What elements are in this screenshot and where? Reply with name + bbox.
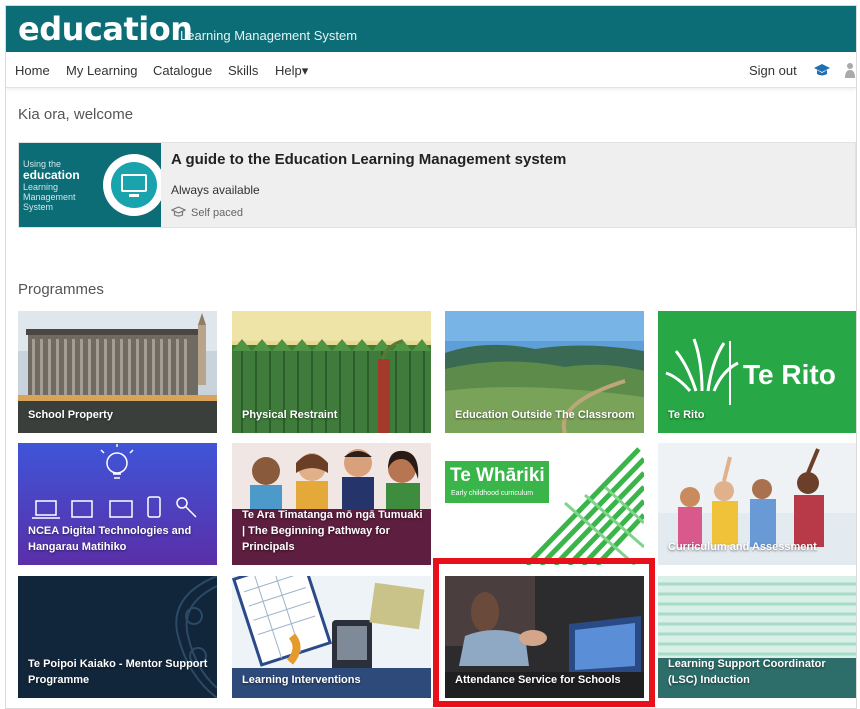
graduation-cap-icon[interactable]: [814, 63, 830, 77]
te-whariki-logo-text: Te Whāriki: [450, 465, 545, 486]
education-logo[interactable]: education: [18, 10, 193, 48]
te-whariki-image: [445, 443, 644, 565]
tile-label: Te Ara Timatanga mō ngā Tumuaki | The Be…: [242, 509, 423, 553]
welcome-heading: Kia ora, welcome: [18, 106, 134, 123]
course-availability: Always available: [171, 183, 260, 197]
programme-tile-school-property[interactable]: School Property: [18, 311, 217, 433]
nav-help[interactable]: Help▾: [275, 63, 308, 79]
te-whariki-logo-sub: Early childhood curriculum: [451, 490, 534, 497]
programme-tile-physical-restraint[interactable]: Physical Restraint: [232, 311, 431, 433]
tile-label: Education Outside The Classroom: [455, 409, 635, 421]
nav-my-learning[interactable]: My Learning: [66, 63, 138, 78]
programme-tile-te-rito[interactable]: Te Rito Te Rito: [658, 311, 856, 433]
page-frame: education Learning Management System Hom…: [5, 5, 857, 709]
tile-label: NCEA Digital Technologies and Hangarau M…: [28, 525, 192, 553]
course-title[interactable]: A guide to the Education Learning Manage…: [171, 151, 566, 168]
monitor-icon: [121, 174, 147, 192]
programme-tile-attendance-service[interactable]: Attendance Service for Schools: [445, 576, 644, 698]
tile-label: School Property: [28, 409, 113, 421]
programme-tile-te-whariki[interactable]: Te Whāriki Early childhood curriculum: [445, 443, 644, 565]
programme-tile-te-ara-timatanga[interactable]: Te Ara Timatanga mō ngā Tumuaki | The Be…: [232, 443, 431, 565]
programme-tile-eotc[interactable]: Education Outside The Classroom: [445, 311, 644, 433]
self-paced-icon: [171, 206, 186, 217]
tile-label: Te Rito: [668, 409, 705, 421]
nav-catalogue[interactable]: Catalogue: [153, 63, 212, 78]
programme-tile-curriculum-assessment[interactable]: Curriculum and Assessment: [658, 443, 856, 565]
sign-out-link[interactable]: Sign out: [749, 63, 797, 78]
nav-home[interactable]: Home: [15, 63, 50, 78]
course-thumbnail[interactable]: Using the education Learning Management …: [19, 143, 161, 227]
featured-course-card[interactable]: Using the education Learning Management …: [18, 142, 856, 228]
programme-tile-te-poipoi-kaiako[interactable]: Te Poipoi Kaiako - Mentor Support Progra…: [18, 576, 217, 698]
programme-tile-learning-interventions[interactable]: Learning Interventions: [232, 576, 431, 698]
tile-label: Curriculum and Assessment: [668, 541, 817, 553]
programme-tile-ncea-digital[interactable]: NCEA Digital Technologies and Hangarau M…: [18, 443, 217, 565]
user-icon[interactable]: [845, 62, 855, 78]
programme-tile-lsc-induction[interactable]: Learning Support Coordinator (LSC) Induc…: [658, 576, 856, 698]
te-rito-logo-text: Te Rito: [743, 359, 836, 390]
programmes-heading: Programmes: [18, 281, 104, 298]
tile-label: Attendance Service for Schools: [455, 674, 621, 686]
tile-label: Te Poipoi Kaiako - Mentor Support Progra…: [28, 658, 208, 686]
thumbnail-text: Using the education Learning Management …: [23, 159, 80, 212]
tile-label: Learning Interventions: [242, 674, 361, 686]
tile-label: Physical Restraint: [242, 409, 338, 421]
main-nav: Home My Learning Catalogue Skills Help▾ …: [6, 52, 856, 88]
tile-label: Learning Support Coordinator (LSC) Induc…: [668, 658, 826, 686]
logo-subtitle: Learning Management System: [180, 28, 358, 43]
monitor-stand: [129, 194, 139, 197]
nav-skills[interactable]: Skills: [228, 63, 258, 78]
course-pace: Self paced: [191, 207, 243, 219]
app-header: education Learning Management System: [6, 6, 856, 52]
